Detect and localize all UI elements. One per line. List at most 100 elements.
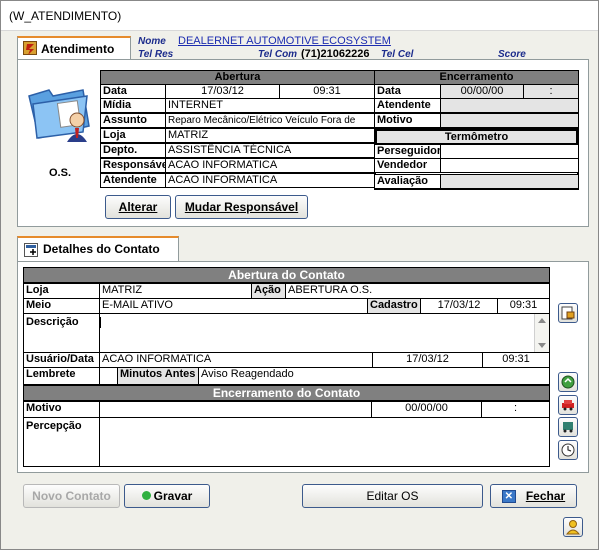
- alterar-button[interactable]: Alterar: [105, 195, 171, 219]
- encerramento-data-date: 00/00/00: [440, 84, 524, 99]
- tab-atendimento-label: Atendimento: [41, 42, 115, 56]
- encerramento-header: Encerramento: [374, 70, 579, 85]
- novo-contato-label: Novo Contato: [32, 489, 111, 503]
- car-icon: [562, 400, 574, 411]
- contato-cadastro-date: 17/03/12: [420, 298, 498, 314]
- perseguidor-label: Perseguidor: [374, 144, 441, 159]
- side-vehicle-button[interactable]: [558, 417, 578, 437]
- contato-acao-label: Ação: [251, 283, 286, 299]
- tab-detalhes-contato[interactable]: Detalhes do Contato: [17, 236, 179, 262]
- contato-usuario-time: 09:31: [482, 352, 550, 368]
- novo-contato-button[interactable]: Novo Contato: [23, 484, 120, 508]
- vehicle-icon: [563, 422, 573, 433]
- user-icon: [565, 520, 581, 535]
- gravar-icon: [141, 491, 151, 500]
- nome-value[interactable]: DEALERNET AUTOMOTIVE ECOSYSTEM: [178, 35, 391, 47]
- perseguidor-value[interactable]: [440, 144, 579, 159]
- contato-meio-value: E-MAIL ATIVO: [99, 298, 368, 314]
- contato-minutos-value: Aviso Reagendado: [198, 367, 550, 385]
- vendedor-value[interactable]: [440, 158, 579, 173]
- gravar-button[interactable]: Gravar: [124, 484, 210, 508]
- contato-descricao-label: Descrição: [23, 313, 100, 353]
- side-refresh-button[interactable]: [558, 372, 578, 392]
- avaliacao-value: [440, 174, 579, 189]
- side-car-button[interactable]: [558, 395, 578, 415]
- tab-detalhes-label: Detalhes do Contato: [43, 242, 160, 256]
- lembrete-checkbox[interactable]: [99, 367, 118, 385]
- mudar-responsavel-button[interactable]: Mudar Responsável: [175, 195, 308, 219]
- close-icon: ✕: [501, 490, 516, 504]
- encerramento-motivo-label: Motivo: [374, 113, 441, 128]
- contato-acao-value: ABERTURA O.S.: [285, 283, 550, 299]
- window-title: (W_ATENDIMENTO): [9, 9, 122, 23]
- abertura-loja-value: MATRIZ: [165, 128, 375, 143]
- os-label: O.S.: [49, 167, 72, 179]
- encerramento-atendente-value: [440, 98, 579, 113]
- refresh-icon: [561, 375, 575, 389]
- contato-usuario-date: 17/03/12: [372, 352, 483, 368]
- scroll-up-arrow-icon[interactable]: [538, 318, 546, 323]
- text-cursor: [100, 317, 101, 328]
- abertura-header: Abertura: [100, 70, 375, 85]
- title-bar: (W_ATENDIMENTO): [1, 1, 598, 31]
- side-clock-button[interactable]: [558, 440, 578, 460]
- descricao-scrollbar[interactable]: [534, 314, 549, 352]
- encerramento-atendente-label: Atendente: [374, 98, 441, 113]
- abertura-depto-label: Depto.: [100, 143, 166, 158]
- user-button[interactable]: [563, 517, 583, 537]
- abertura-loja-label: Loja: [100, 128, 166, 143]
- contato-cadastro-time: 09:31: [497, 298, 550, 314]
- mudar-responsavel-label: Mudar Responsável: [184, 200, 299, 214]
- abertura-midia-label: Mídia: [100, 98, 166, 113]
- os-folder-icon: [23, 76, 99, 152]
- contato-usuario-label: Usuário/Data: [23, 352, 100, 368]
- contato-loja-label: Loja: [23, 283, 100, 299]
- atendimento-window: (W_ATENDIMENTO) Atendimento Nome DEALERN…: [0, 0, 599, 550]
- abertura-responsavel-label: Responsável: [100, 158, 166, 173]
- termometro-header: Termômetro: [376, 130, 577, 144]
- encerramento-motivo-value: [440, 113, 579, 128]
- encerramento-contato-header: Encerramento do Contato: [23, 385, 550, 401]
- contato-usuario-value: ACAO INFORMATICA: [99, 352, 373, 368]
- contato-meio-label: Meio: [23, 298, 100, 314]
- detalhes-icon: [24, 243, 38, 257]
- abertura-contato-header: Abertura do Contato: [23, 267, 550, 283]
- abertura-responsavel-value: ACAO INFORMATICA: [165, 158, 375, 173]
- avaliacao-label: Avaliação: [374, 174, 441, 189]
- contato-lembrete-label: Lembrete: [23, 367, 100, 385]
- scroll-down-arrow-icon[interactable]: [538, 343, 546, 348]
- contato-motivo-time: :: [481, 401, 550, 418]
- contato-motivo-date: 00/00/00: [371, 401, 482, 418]
- abertura-data-date: 17/03/12: [165, 84, 280, 99]
- abertura-assunto-value: Reparo Mecânico/Elétrico Veículo Fora de: [165, 113, 375, 128]
- contato-descricao-field[interactable]: [99, 313, 550, 353]
- contato-motivo-label: Motivo: [23, 401, 100, 418]
- abertura-data-label: Data: [100, 84, 166, 99]
- abertura-depto-value: ASSISTÊNCIA TÉCNICA: [165, 143, 375, 158]
- gravar-label: Gravar: [153, 489, 193, 503]
- contato-minutos-label: Minutos Antes: [117, 367, 199, 385]
- contato-percepcao-field[interactable]: [99, 417, 550, 467]
- editar-os-label: Editar OS: [366, 489, 419, 503]
- abertura-assunto-label: Assunto: [100, 113, 166, 128]
- abertura-midia-value: INTERNET: [165, 98, 375, 113]
- contato-percepcao-label: Percepção: [23, 417, 100, 467]
- tab-atendimento[interactable]: Atendimento: [17, 36, 131, 60]
- alterar-label: Alterar: [118, 200, 158, 214]
- atendimento-icon: [23, 41, 37, 55]
- clock-icon: [561, 443, 575, 457]
- side-document-button[interactable]: [558, 303, 578, 323]
- vendedor-label: Vendedor: [374, 158, 441, 173]
- contato-cadastro-label: Cadastro: [367, 298, 421, 314]
- document-lock-icon: [561, 306, 575, 320]
- fechar-button[interactable]: ✕ Fechar: [490, 484, 577, 508]
- nome-label: Nome: [138, 36, 166, 47]
- contato-motivo-value[interactable]: [99, 401, 372, 418]
- encerramento-data-time: :: [523, 84, 579, 99]
- abertura-data-time: 09:31: [279, 84, 375, 99]
- abertura-atendente-label: Atendente: [100, 173, 166, 188]
- fechar-label: Fechar: [525, 489, 566, 503]
- editar-os-button[interactable]: Editar OS: [302, 484, 483, 508]
- contato-loja-value: MATRIZ: [99, 283, 252, 299]
- abertura-atendente-value: ACAO INFORMATICA: [165, 173, 375, 188]
